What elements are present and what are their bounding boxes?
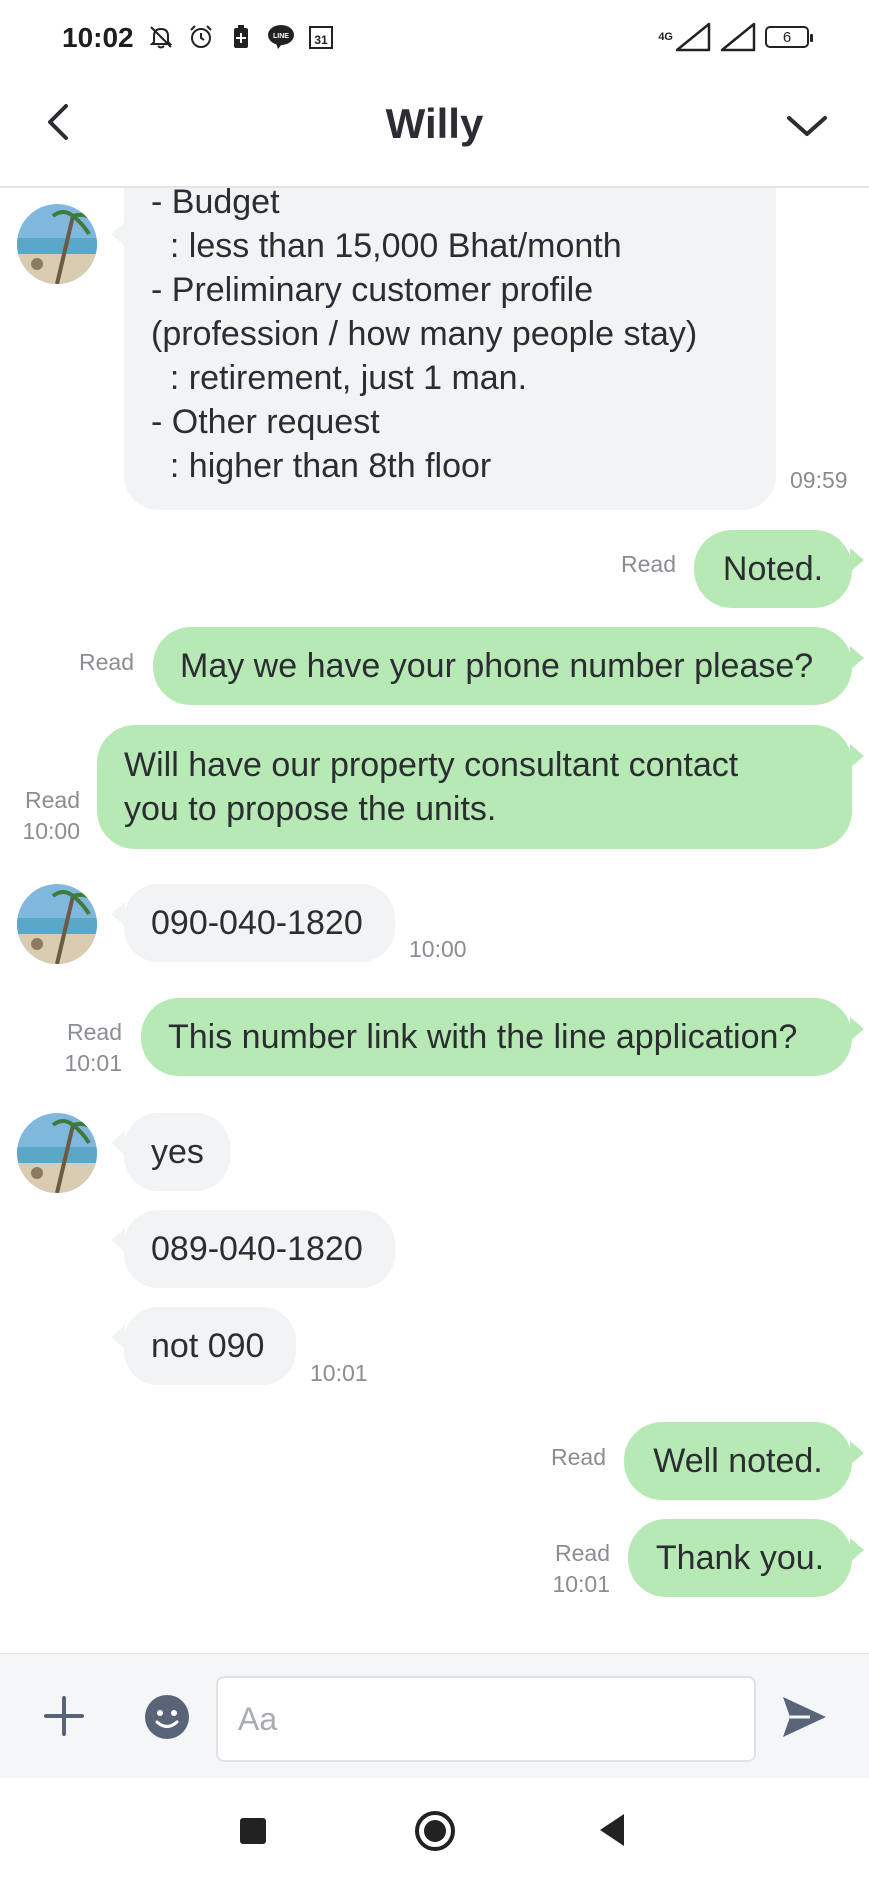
message-time: 10:01 — [310, 1360, 368, 1386]
message-line: : less than 15,000 Bhat/month — [151, 227, 622, 265]
signal-2-icon — [720, 22, 756, 52]
bubble-tail — [111, 1131, 125, 1155]
back-triangle-icon[interactable] — [598, 1812, 626, 1848]
read-status: Read 10:00 — [10, 785, 80, 847]
message-line: - Other request — [151, 403, 380, 441]
message-bubble-incoming[interactable]: yes — [124, 1113, 230, 1191]
message-line: (profession / how many people stay) — [151, 315, 698, 353]
message-bubble-outgoing[interactable]: Well noted. — [624, 1422, 852, 1500]
chat-header: Willy — [0, 80, 869, 188]
message-time: 09:59 — [790, 467, 848, 493]
bubble-tail — [850, 1538, 864, 1562]
emoji-icon[interactable] — [144, 1694, 190, 1740]
message-list[interactable]: - Budget : less than 15,000 Bhat/month -… — [0, 188, 869, 1653]
avatar[interactable] — [17, 1113, 97, 1193]
bubble-tail — [850, 744, 864, 768]
read-label: Read — [555, 1540, 610, 1566]
network-type: 4G — [658, 31, 673, 43]
line-app-icon: LINE — [266, 22, 296, 52]
line-badge-text: LINE — [273, 33, 289, 40]
message-line: - Budget — [151, 188, 280, 221]
read-label: Read — [25, 787, 80, 813]
message-line: Will have our property consultant contac… — [124, 746, 739, 784]
avatar[interactable] — [17, 884, 97, 964]
message-bubble-outgoing[interactable]: Thank you. — [628, 1519, 852, 1597]
battery-saver-icon — [226, 22, 256, 52]
plus-icon[interactable] — [42, 1694, 86, 1738]
message-time: 10:01 — [552, 1571, 610, 1597]
send-icon[interactable] — [780, 1694, 828, 1740]
home-icon[interactable] — [414, 1810, 456, 1852]
message-line: - Preliminary customer profile — [151, 271, 594, 309]
composer-bar — [0, 1653, 869, 1779]
signal-group: 4G — [658, 22, 711, 52]
battery-icon: 6 — [765, 26, 813, 48]
message-line: : higher than 8th floor — [151, 447, 492, 485]
read-status: Read — [621, 551, 676, 577]
message-time: 10:00 — [409, 936, 467, 962]
message-line: you to propose the units. — [124, 790, 497, 828]
message-input[interactable] — [216, 1676, 756, 1762]
bubble-tail — [850, 548, 864, 572]
message-bubble-incoming[interactable]: not 090 — [124, 1307, 296, 1385]
avatar[interactable] — [17, 204, 97, 284]
status-icons: LINE 31 — [146, 22, 336, 52]
message-bubble-incoming[interactable]: - Budget : less than 15,000 Bhat/month -… — [124, 188, 776, 510]
muted-bell-icon — [146, 22, 176, 52]
message-bubble-outgoing[interactable]: May we have your phone number please? — [153, 627, 852, 705]
message-line: : retirement, just 1 man. — [151, 359, 528, 397]
alarm-icon — [186, 22, 216, 52]
message-time: 10:00 — [22, 818, 80, 844]
battery-level: 6 — [782, 28, 792, 46]
status-time: 10:02 — [62, 22, 134, 53]
message-bubble-incoming[interactable]: 089-040-1820 — [124, 1210, 395, 1288]
bubble-tail — [111, 902, 125, 926]
message-time: 10:01 — [64, 1050, 122, 1076]
status-bar: 10:02 LINE 31 4G 6 — [0, 0, 869, 80]
bubble-tail — [111, 1325, 125, 1349]
chevron-down-icon[interactable] — [783, 106, 831, 146]
bubble-tail — [111, 222, 125, 246]
system-nav-bar — [0, 1778, 869, 1883]
chat-title: Willy — [385, 100, 484, 147]
calendar-icon: 31 — [306, 22, 336, 52]
message-bubble-incoming[interactable]: 090-040-1820 — [124, 884, 395, 962]
message-bubble-outgoing[interactable]: This number link with the line applicati… — [141, 998, 852, 1076]
bubble-tail — [111, 1228, 125, 1252]
bubble-tail — [850, 1017, 864, 1041]
recents-icon[interactable] — [240, 1818, 266, 1844]
read-status: Read 10:01 — [52, 1017, 122, 1079]
bubble-tail — [850, 646, 864, 670]
message-bubble-outgoing[interactable]: Noted. — [694, 530, 852, 608]
read-status: Read 10:01 — [540, 1538, 610, 1600]
bubble-tail — [850, 1441, 864, 1465]
message-bubble-outgoing[interactable]: Will have our property consultant contac… — [97, 725, 852, 849]
read-status: Read — [551, 1444, 606, 1470]
read-label: Read — [67, 1019, 122, 1045]
status-right: 4G 6 — [658, 22, 813, 52]
calendar-day: 31 — [314, 33, 328, 47]
read-status: Read — [79, 649, 134, 675]
signal-icon — [675, 22, 711, 52]
